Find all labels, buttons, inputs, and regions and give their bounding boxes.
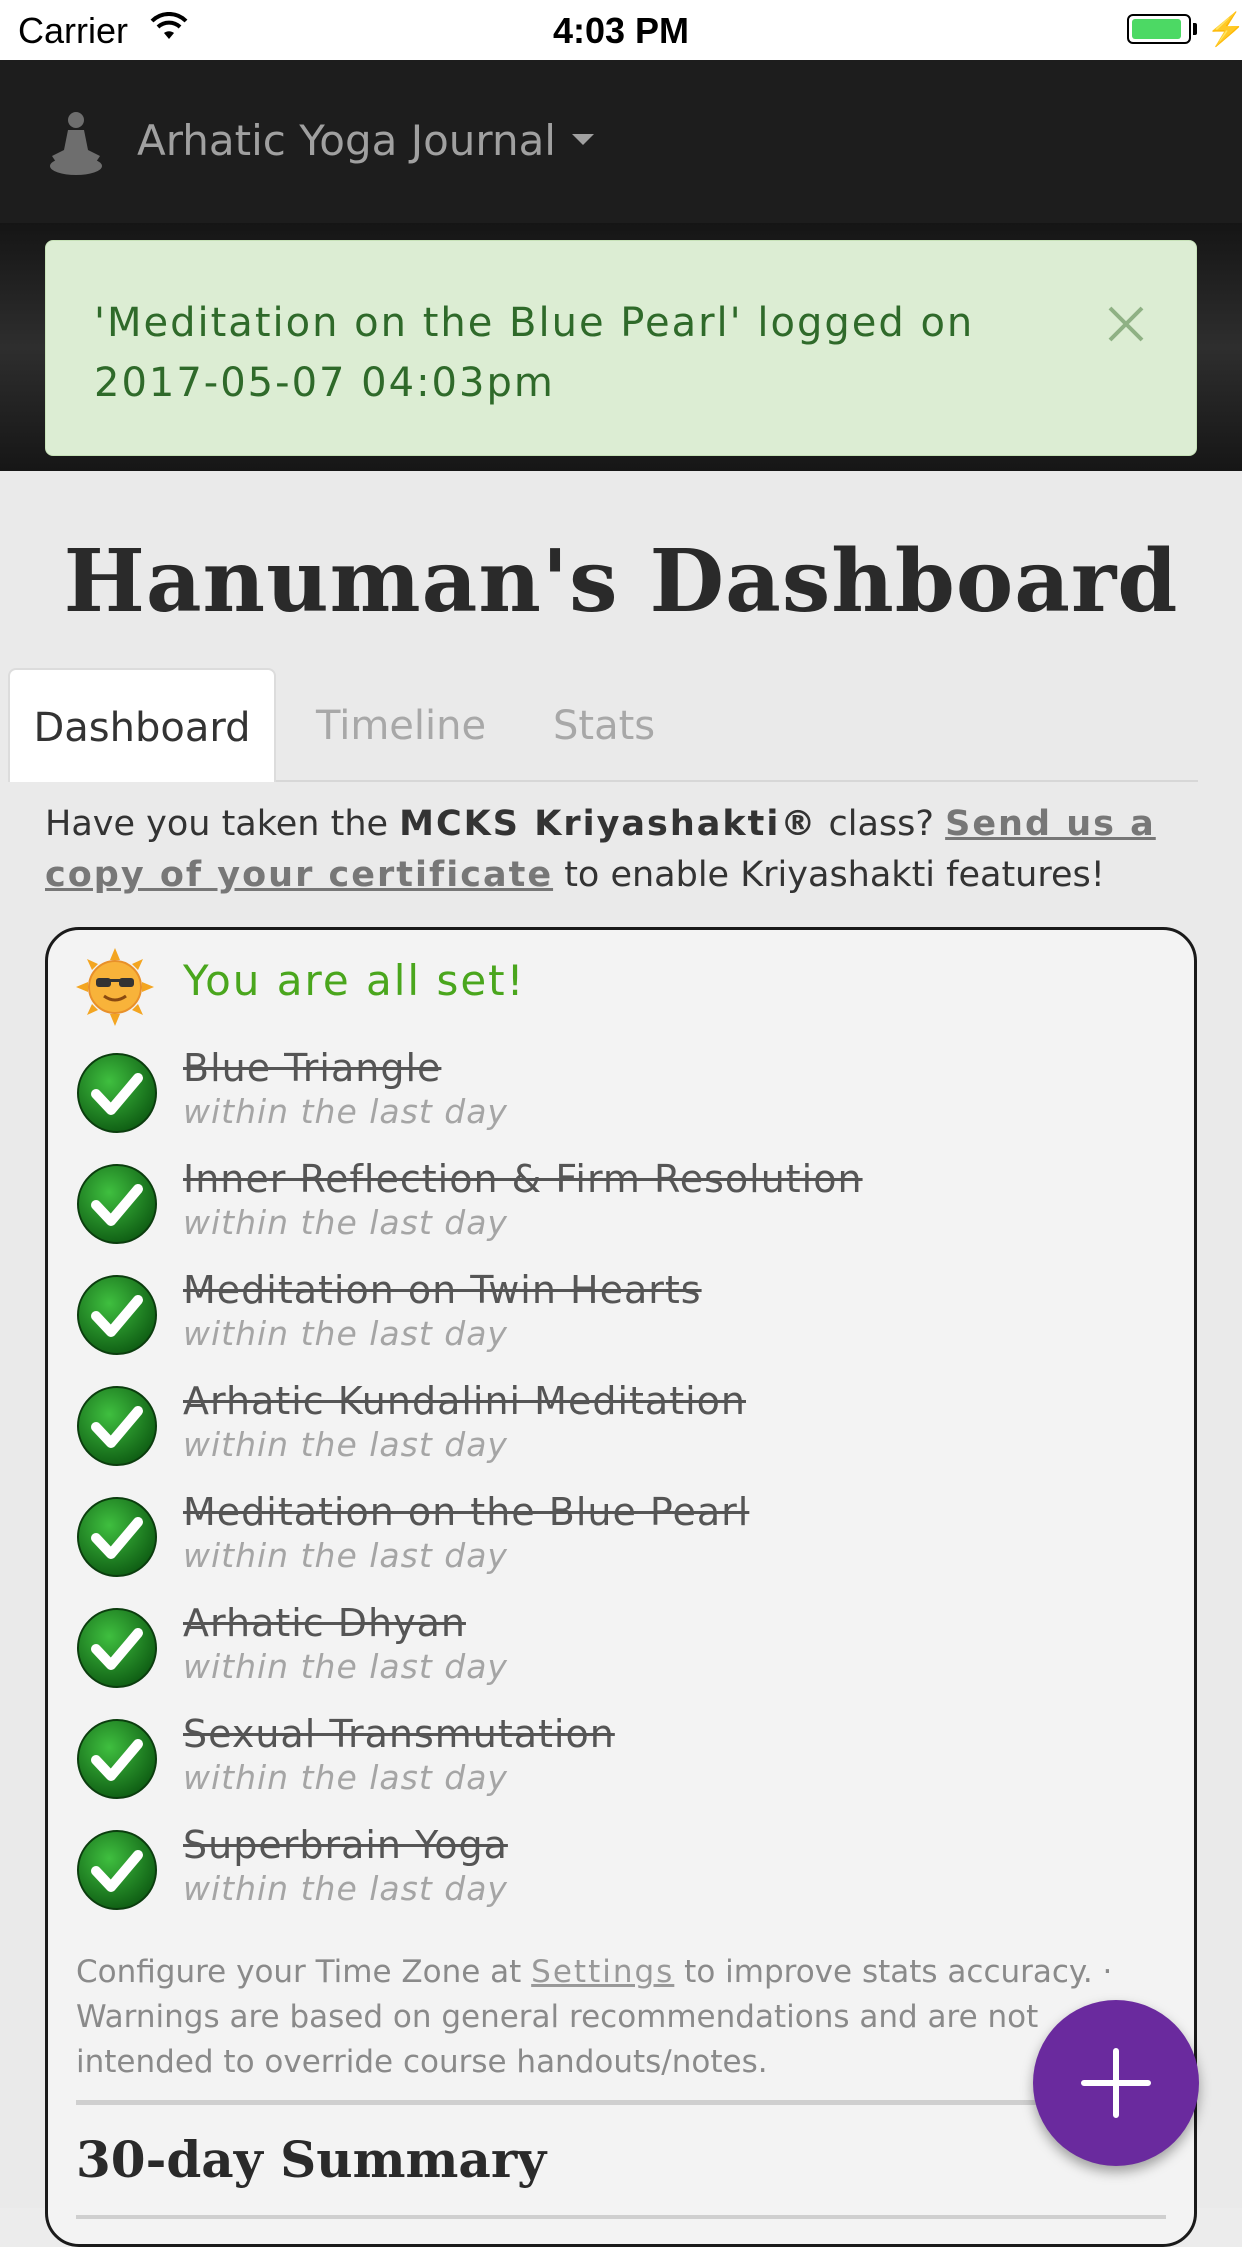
add-entry-button[interactable] (1033, 2000, 1199, 2166)
practice-title: Inner Reflection & Firm Resolution (183, 1157, 863, 1201)
checkmark-icon (76, 1052, 158, 1134)
status-heading: You are all set! (183, 956, 526, 1005)
close-icon[interactable] (1106, 301, 1146, 342)
practice-subtitle: within the last day (183, 1536, 508, 1575)
status-bar: Carrier 4:03 PM ⚡ (0, 0, 1242, 60)
practice-title: Sexual Transmutation (183, 1712, 615, 1756)
chevron-down-icon (571, 134, 594, 145)
list-item: Sexual Transmutation within the last day (76, 1712, 1156, 1814)
checkmark-icon (76, 1607, 158, 1689)
practice-subtitle: within the last day (183, 1425, 508, 1464)
practice-title: Meditation on the Blue Pearl (183, 1490, 750, 1534)
checkmark-icon (76, 1385, 158, 1467)
notice-class-name: MCKS Kriyashakti® (399, 804, 818, 844)
list-item: Arhatic Dhyan within the last day (76, 1601, 1156, 1703)
notice-suffix: to enable Kriyashakti features! (553, 855, 1105, 895)
brand-dropdown[interactable]: Arhatic Yoga Journal (137, 116, 594, 165)
summary-heading: 30-day Summary (76, 2130, 547, 2189)
checkmark-icon (76, 1829, 158, 1911)
navbar: Arhatic Yoga Journal (0, 60, 1242, 223)
practice-title: Superbrain Yoga (183, 1823, 508, 1867)
checkmark-icon (76, 1274, 158, 1356)
success-alert: 'Meditation on the Blue Pearl' logged on… (45, 240, 1197, 456)
tab-dashboard[interactable]: Dashboard (8, 668, 276, 782)
settings-link[interactable]: Settings (531, 1954, 674, 1990)
main-content: Hanuman's Dashboard Dashboard Timeline S… (0, 471, 1242, 2247)
practice-subtitle: within the last day (183, 1092, 508, 1131)
brand-label: Arhatic Yoga Journal (137, 116, 556, 165)
list-item: Meditation on Twin Hearts within the last… (76, 1268, 1156, 1370)
footnote-prefix: Configure your Time Zone at (76, 1954, 532, 1990)
meditating-figure-icon (46, 110, 106, 176)
charging-bolt-icon: ⚡ (1206, 11, 1242, 47)
clock: 4:03 PM (552, 10, 690, 51)
checkmark-icon (76, 1163, 158, 1245)
practice-subtitle: within the last day (183, 1314, 508, 1353)
notice-middle: class? (817, 804, 946, 844)
plus-icon (1081, 2048, 1151, 2118)
sun-with-sunglasses-icon (76, 948, 154, 1026)
list-item: Arhatic Kundalini Meditation within the l… (76, 1379, 1156, 1481)
tab-timeline[interactable]: Timeline (316, 668, 486, 780)
notice-prefix: Have you taken the (45, 804, 400, 844)
list-item: Superbrain Yoga within the last day (76, 1823, 1156, 1925)
page-title: Hanuman's Dashboard (63, 531, 1179, 632)
divider (76, 2100, 1166, 2105)
practice-title: Arhatic Kundalini Meditation (183, 1379, 747, 1423)
divider (76, 2215, 1166, 2219)
alert-message: 'Meditation on the Blue Pearl' logged on… (94, 300, 975, 406)
practice-title: Blue Triangle (183, 1046, 442, 1090)
battery-tip (1193, 23, 1197, 35)
tab-stats[interactable]: Stats (553, 668, 655, 780)
tab-bar: Dashboard Timeline Stats (8, 668, 1198, 782)
practice-title: Meditation on Twin Hearts (183, 1268, 702, 1312)
practice-subtitle: within the last day (183, 1758, 508, 1797)
kriyashakti-notice: Have you taken the MCKS Kriyashakti® cla… (45, 799, 1205, 901)
practice-title: Arhatic Dhyan (183, 1601, 466, 1645)
battery-icon (1127, 14, 1191, 44)
list-item: Blue Triangle within the last day (76, 1046, 1156, 1148)
practice-subtitle: within the last day (183, 1647, 508, 1686)
list-item: Meditation on the Blue Pearl within the l… (76, 1490, 1156, 1592)
list-item: Inner Reflection & Firm Resolution within… (76, 1157, 1156, 1259)
checkmark-icon (76, 1718, 158, 1800)
timezone-footnote: Configure your Time Zone at Settings to … (76, 1950, 1166, 2085)
checkmark-icon (76, 1496, 158, 1578)
status-panel: You are all set! Blue Triangle within the… (45, 927, 1197, 2247)
practice-subtitle: within the last day (183, 1869, 508, 1908)
practice-subtitle: within the last day (183, 1203, 508, 1242)
